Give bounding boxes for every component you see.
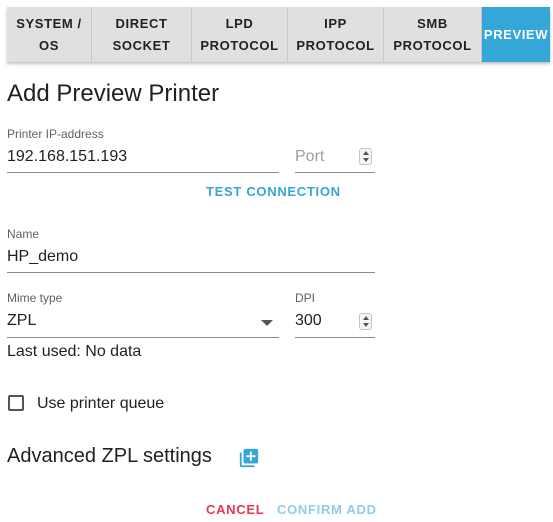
- tab-lpd-protocol[interactable]: LPD PROTOCOL: [192, 7, 288, 62]
- port-spinner-icon[interactable]: [359, 148, 372, 165]
- name-input[interactable]: HP_demo: [7, 248, 78, 266]
- tab-system-os[interactable]: SYSTEM / OS: [7, 7, 92, 62]
- ip-address-underline: [7, 172, 279, 173]
- name-label: Name: [7, 227, 40, 241]
- last-used-text: Last used: No data: [7, 343, 142, 360]
- tab-smb-protocol[interactable]: SMB PROTOCOL: [384, 7, 482, 62]
- dpi-spinner-icon[interactable]: [359, 313, 372, 330]
- cancel-button[interactable]: CANCEL: [206, 502, 264, 517]
- page-title: Add Preview Printer: [7, 80, 220, 107]
- dpi-input[interactable]: 300: [295, 312, 322, 330]
- protocol-tab-bar: SYSTEM / OS DIRECT SOCKET LPD PROTOCOL I…: [7, 7, 550, 62]
- port-input[interactable]: Port: [295, 148, 324, 166]
- ip-address-label: Printer IP-address: [7, 127, 104, 141]
- test-connection-button[interactable]: TEST CONNECTION: [206, 184, 341, 199]
- tab-preview[interactable]: PREVIEW: [482, 7, 550, 62]
- dpi-underline: [295, 337, 375, 338]
- dpi-label: DPI: [295, 291, 316, 305]
- tab-ipp-protocol[interactable]: IPP PROTOCOL: [288, 7, 384, 62]
- tab-direct-socket[interactable]: DIRECT SOCKET: [92, 7, 192, 62]
- port-underline: [295, 172, 375, 173]
- mime-type-underline: [7, 337, 279, 338]
- use-printer-queue-label[interactable]: Use printer queue: [37, 395, 164, 413]
- confirm-add-button[interactable]: CONFIRM ADD: [277, 502, 377, 517]
- mime-type-label: Mime type: [7, 291, 63, 305]
- library-add-icon[interactable]: [238, 447, 260, 469]
- chevron-down-icon[interactable]: [261, 320, 273, 326]
- ip-address-input[interactable]: 192.168.151.193: [7, 148, 127, 166]
- advanced-settings-title: Advanced ZPL settings: [7, 445, 212, 467]
- use-printer-queue-checkbox[interactable]: [8, 395, 24, 411]
- name-underline: [7, 272, 375, 273]
- mime-type-select[interactable]: ZPL: [7, 312, 36, 330]
